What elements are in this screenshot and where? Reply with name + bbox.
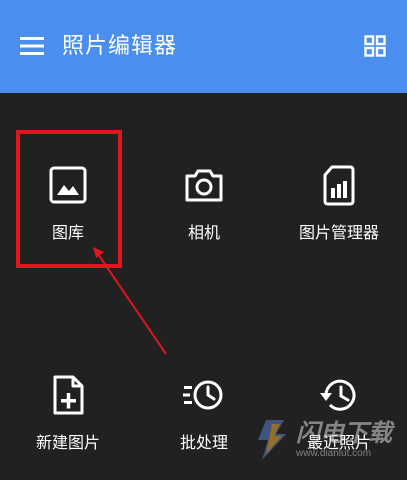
- sd-card-icon: [323, 165, 355, 206]
- grid-view-icon[interactable]: [364, 35, 386, 57]
- history-icon: [320, 379, 356, 411]
- highlight-box: [16, 130, 122, 268]
- camera-icon: [185, 169, 223, 202]
- camera-label: 相机: [187, 225, 220, 242]
- image-manager-label: 图片管理器: [298, 225, 379, 242]
- new-file-icon: [53, 375, 84, 415]
- batch-process-label: 批处理: [179, 435, 228, 452]
- app-title: 照片编辑器: [62, 33, 178, 58]
- photo-editor-app: 照片编辑器 图库 相机 图片管理器 新建图片 批处理 最近照片 闪电下载 www…: [0, 0, 407, 480]
- app-bar: 照片编辑器: [0, 0, 407, 93]
- hamburger-menu-icon[interactable]: [20, 36, 44, 56]
- watermark: 闪电下载 www.dianlut.com: [252, 418, 402, 462]
- lightning-logo-icon: [258, 420, 286, 460]
- watermark-url: www.dianlut.com: [296, 448, 372, 459]
- batch-process-tile[interactable]: 批处理: [144, 360, 264, 470]
- fast-clock-icon: [183, 380, 223, 410]
- image-manager-tile[interactable]: 图片管理器: [279, 150, 399, 260]
- camera-tile[interactable]: 相机: [144, 150, 264, 260]
- watermark-text: 闪电下载: [296, 420, 392, 447]
- new-image-tile[interactable]: 新建图片: [8, 360, 128, 470]
- new-image-label: 新建图片: [35, 435, 100, 452]
